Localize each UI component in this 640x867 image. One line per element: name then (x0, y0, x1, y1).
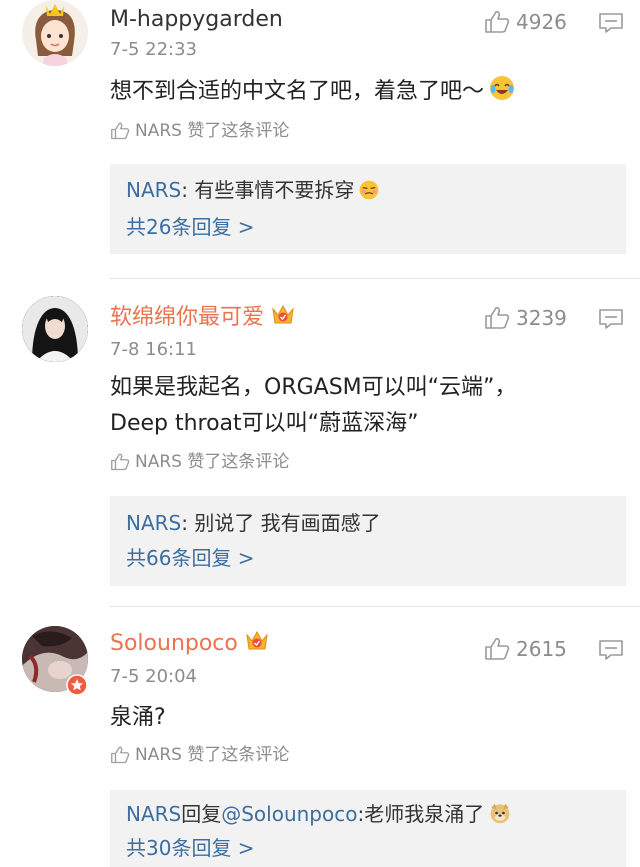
divider (110, 606, 640, 607)
comment-icon (599, 13, 623, 33)
reply-button[interactable] (598, 12, 624, 34)
username[interactable]: Solounpoco (110, 630, 270, 658)
like-count: 2615 (516, 637, 567, 661)
reply-text: NARS回复@Solounpoco:老师我泉涌了 (126, 800, 512, 828)
reply-author[interactable]: NARS (126, 178, 181, 202)
thumbs-up-icon (485, 306, 510, 329)
shy-emoji-icon (359, 180, 379, 200)
comment-icon (599, 309, 623, 329)
avatar[interactable] (22, 296, 88, 362)
mention-link[interactable]: @Solounpoco (221, 802, 357, 826)
reply-preview[interactable]: NARS: 别说了 我有画面感了 共66条回复 > (110, 496, 626, 586)
vip-crown-icon (272, 304, 294, 324)
reply-text: NARS: 有些事情不要拆穿 (126, 176, 380, 204)
thumbs-up-small-icon (111, 122, 130, 140)
like-button[interactable]: 3239 (484, 303, 567, 333)
view-replies-link[interactable]: 共26条回复 > (126, 213, 255, 241)
avatar[interactable] (22, 0, 88, 66)
comment-time: 7-8 16:11 (110, 339, 197, 360)
username[interactable]: 软绵绵你最可爱 (110, 304, 296, 332)
divider (110, 278, 640, 279)
comment-feed: M-happygarden 7-5 22:33 4926 想不到合适的中文名了吧… (0, 0, 640, 867)
thumbs-up-icon (485, 10, 510, 33)
view-replies-link[interactable]: 共66条回复 > (126, 544, 255, 572)
comment-text: 泉涌? (110, 705, 166, 730)
liked-by-author: NARS 赞了这条评论 (110, 744, 289, 766)
reply-text: NARS: 别说了 我有画面感了 (126, 511, 381, 535)
liked-by-author: NARS 赞了这条评论 (110, 451, 289, 473)
thumbs-up-small-icon (111, 746, 130, 764)
thumbs-up-small-icon (111, 453, 130, 471)
like-count: 4926 (516, 10, 567, 34)
liked-by-author: NARS 赞了这条评论 (110, 120, 289, 142)
reply-button[interactable] (598, 308, 624, 330)
vip-crown-icon (246, 630, 268, 650)
comment-time: 7-5 20:04 (110, 666, 197, 687)
reply-preview[interactable]: NARS: 有些事情不要拆穿 共26条回复 > (110, 164, 626, 254)
like-button[interactable]: 2615 (484, 634, 567, 664)
thumbs-up-icon (485, 637, 510, 660)
reply-preview[interactable]: NARS回复@Solounpoco:老师我泉涌了 共30条回复 > (110, 790, 626, 867)
comment-time: 7-5 22:33 (110, 39, 197, 60)
doge-emoji-icon (490, 803, 510, 824)
username[interactable]: M-happygarden (110, 6, 283, 34)
comment-icon (599, 640, 623, 660)
reply-button[interactable] (598, 639, 624, 661)
like-count: 3239 (516, 306, 567, 330)
comment-item: Solounpoco 7-5 20:04 2615 泉涌? NARS 赞了这条评… (0, 610, 640, 867)
like-button[interactable]: 4926 (484, 7, 567, 37)
comment-item: M-happygarden 7-5 22:33 4926 想不到合适的中文名了吧… (0, 0, 640, 280)
comment-text: 如果是我起名，ORGASM可以叫“云端”， Deep throat可以叫“蔚蓝深… (110, 375, 517, 436)
comment-text: 想不到合适的中文名了吧，着急了吧～ (110, 74, 620, 110)
reply-author[interactable]: NARS (126, 511, 181, 535)
verified-badge-icon (66, 674, 88, 696)
comment-item: 软绵绵你最可爱 7-8 16:11 3239 如果是我起名，ORGASM可以叫“… (0, 280, 640, 610)
reply-author[interactable]: NARS (126, 802, 181, 826)
laughing-crying-emoji-icon (490, 76, 515, 100)
view-replies-link[interactable]: 共30条回复 > (126, 834, 255, 862)
